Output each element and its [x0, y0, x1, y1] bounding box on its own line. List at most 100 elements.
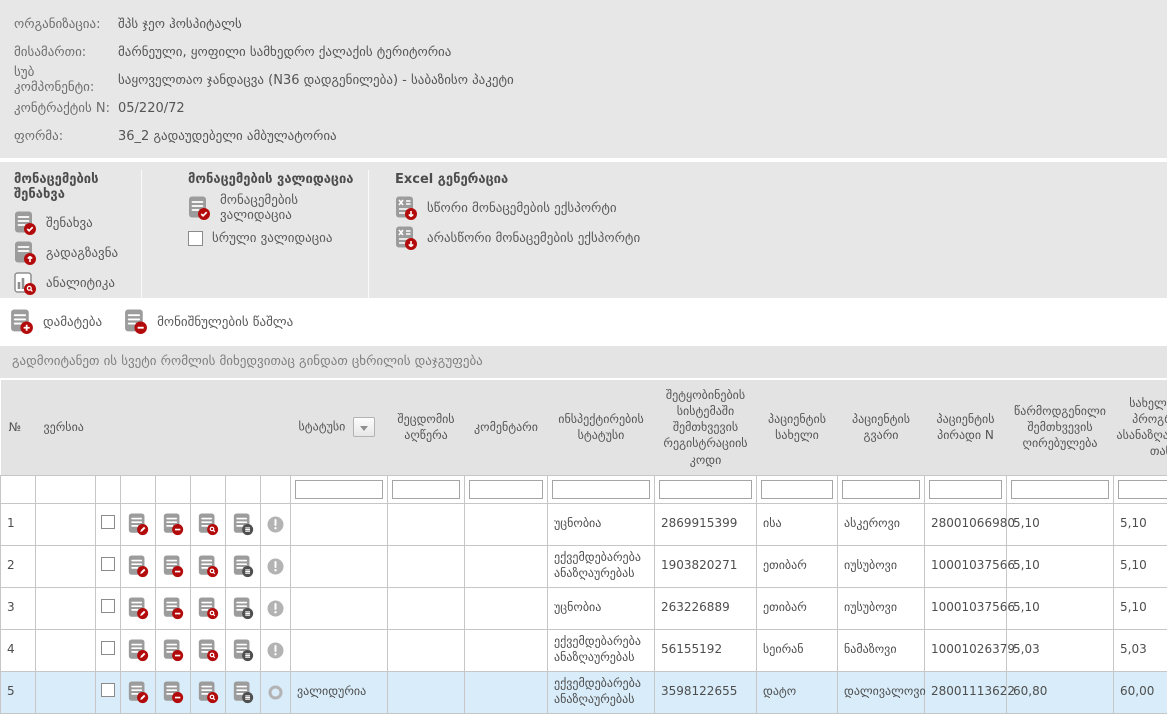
- view-icon[interactable]: [198, 513, 219, 536]
- row-checkbox[interactable]: [101, 641, 115, 655]
- save-group-title: მონაცემების შენახვა: [14, 172, 131, 202]
- send-icon: [14, 241, 37, 266]
- col-last-name[interactable]: პაციენტის გვარი: [838, 380, 925, 475]
- details-icon[interactable]: [233, 555, 254, 578]
- edit-icon[interactable]: [128, 597, 149, 620]
- delete-selected-button[interactable]: მონიშნულების წაშლა: [124, 309, 293, 335]
- table-row: 4 ექვემდებარება ანაზღაურებას 56155192 სე…: [1, 629, 1167, 671]
- col-inspection[interactable]: ინსპექტირების სტატუსი: [548, 380, 655, 475]
- delete-row-icon[interactable]: [163, 555, 184, 578]
- export-valid-button[interactable]: სწორი მონაცემების ექსპორტი: [395, 193, 640, 223]
- view-icon[interactable]: [198, 555, 219, 578]
- org-label: ორგანიზაცია:: [14, 17, 118, 32]
- filter-row: [1, 475, 1167, 503]
- row-number: 4: [1, 629, 36, 671]
- details-icon[interactable]: [233, 681, 254, 704]
- status-cell: [291, 587, 388, 629]
- send-button[interactable]: გადაგზავნა: [14, 238, 131, 268]
- inspection-cell: ექვემდებარება ანაზღაურებას: [548, 671, 655, 713]
- view-icon[interactable]: [198, 597, 219, 620]
- edit-icon[interactable]: [128, 681, 149, 704]
- first-name-filter-input[interactable]: [761, 480, 833, 499]
- save-group: მონაცემების შენახვა შენახვა გადაგზავნა ა…: [14, 170, 142, 298]
- send-label: გადაგზავნა: [46, 246, 118, 261]
- validate-label: მონაცემების ვალიდაცია: [220, 193, 358, 223]
- save-button[interactable]: შენახვა: [14, 208, 131, 238]
- details-icon[interactable]: [233, 639, 254, 662]
- row-number: 1: [1, 503, 36, 545]
- state-amount-cell: 5,10: [1114, 545, 1167, 587]
- state-amount-cell: 5,03: [1114, 629, 1167, 671]
- chevron-down-icon: [360, 426, 368, 431]
- personal-n-cell: 28001113622: [925, 671, 1007, 713]
- code-filter-input[interactable]: [659, 480, 752, 499]
- amount-filter-input[interactable]: [1011, 480, 1109, 499]
- analytics-button[interactable]: ანალიტიკა: [14, 268, 131, 298]
- details-icon[interactable]: [233, 597, 254, 620]
- comment-cell: [465, 503, 548, 545]
- status-header-label: სტატუსი: [299, 420, 346, 434]
- full-validation-option[interactable]: სრული ვალიდაცია: [188, 223, 358, 253]
- state-amount-cell: 5,10: [1114, 503, 1167, 545]
- validate-icon: [188, 196, 211, 221]
- export-invalid-button[interactable]: არასწორი მონაცემების ექსპორტი: [395, 223, 640, 253]
- personal-n-filter-input[interactable]: [929, 480, 1002, 499]
- col-personal-n[interactable]: პაციენტის პირადი N: [925, 380, 1007, 475]
- col-state-amount[interactable]: სახელმწიფო პროგრამით ასანაზღაურებელი თან…: [1114, 380, 1167, 475]
- delete-row-icon[interactable]: [163, 513, 184, 536]
- col-delete: [156, 380, 191, 475]
- col-details: [226, 380, 261, 475]
- comment-filter-input[interactable]: [469, 480, 543, 499]
- col-error[interactable]: შეცდომის აღწერა: [388, 380, 465, 475]
- add-row-button[interactable]: დამატება: [10, 309, 102, 335]
- delete-row-icon[interactable]: [163, 639, 184, 662]
- validate-button[interactable]: მონაცემების ვალიდაცია: [188, 193, 358, 223]
- first-name-cell: ეთიბარ: [757, 587, 838, 629]
- edit-icon[interactable]: [128, 639, 149, 662]
- export-invalid-label: არასწორი მონაცემების ექსპორტი: [427, 231, 640, 246]
- add-label: დამატება: [43, 315, 102, 330]
- warning-icon: [267, 517, 284, 531]
- edit-icon[interactable]: [128, 513, 149, 536]
- col-first-name[interactable]: პაციენტის სახელი: [757, 380, 838, 475]
- error-cell: [388, 671, 465, 713]
- last-name-filter-input[interactable]: [842, 480, 920, 499]
- error-filter-input[interactable]: [392, 480, 460, 499]
- contract-value: 05/220/72: [118, 101, 185, 116]
- amount-cell: 5,10: [1007, 545, 1114, 587]
- version-cell: [36, 545, 96, 587]
- row-checkbox[interactable]: [101, 599, 115, 613]
- header-row: № ვერსია სტატუსი შეცდომის აღწერა კომენტა…: [1, 380, 1167, 475]
- status-cell: [291, 503, 388, 545]
- inspection-filter-input[interactable]: [552, 480, 650, 499]
- ring-icon: [267, 685, 284, 699]
- col-status[interactable]: სტატუსი: [291, 380, 388, 475]
- status-cell: [291, 629, 388, 671]
- inspection-cell: უცნობია: [548, 503, 655, 545]
- details-icon[interactable]: [233, 513, 254, 536]
- view-icon[interactable]: [198, 639, 219, 662]
- personal-n-cell: 28001066980: [925, 503, 1007, 545]
- delete-row-icon[interactable]: [163, 597, 184, 620]
- col-version[interactable]: ვერსია: [36, 380, 96, 475]
- code-cell: 3598122655: [655, 671, 757, 713]
- full-validation-checkbox[interactable]: [188, 231, 203, 246]
- view-icon[interactable]: [198, 681, 219, 704]
- delete-row-icon[interactable]: [163, 681, 184, 704]
- status-filter-input[interactable]: [295, 480, 383, 499]
- col-comment[interactable]: კომენტარი: [465, 380, 548, 475]
- status-filter-dropdown[interactable]: [353, 417, 375, 437]
- code-cell: 263226889: [655, 587, 757, 629]
- toolbar: მონაცემების შენახვა შენახვა გადაგზავნა ა…: [0, 162, 1167, 298]
- code-cell: 56155192: [655, 629, 757, 671]
- col-amount[interactable]: წარმოდგენილი შემთხვევის ღირებულება: [1007, 380, 1114, 475]
- row-checkbox[interactable]: [101, 557, 115, 571]
- edit-icon[interactable]: [128, 555, 149, 578]
- version-cell: [36, 629, 96, 671]
- row-checkbox[interactable]: [101, 515, 115, 529]
- col-code[interactable]: შეტყობინების სისტემაში შემთხვევის რეგისტ…: [655, 380, 757, 475]
- inspection-cell: უცნობია: [548, 587, 655, 629]
- row-checkbox[interactable]: [101, 683, 115, 697]
- state-amount-filter-input[interactable]: [1118, 480, 1167, 499]
- table-row: 1 უცნობია 2869915399 ისა ასკეროვი 280010…: [1, 503, 1167, 545]
